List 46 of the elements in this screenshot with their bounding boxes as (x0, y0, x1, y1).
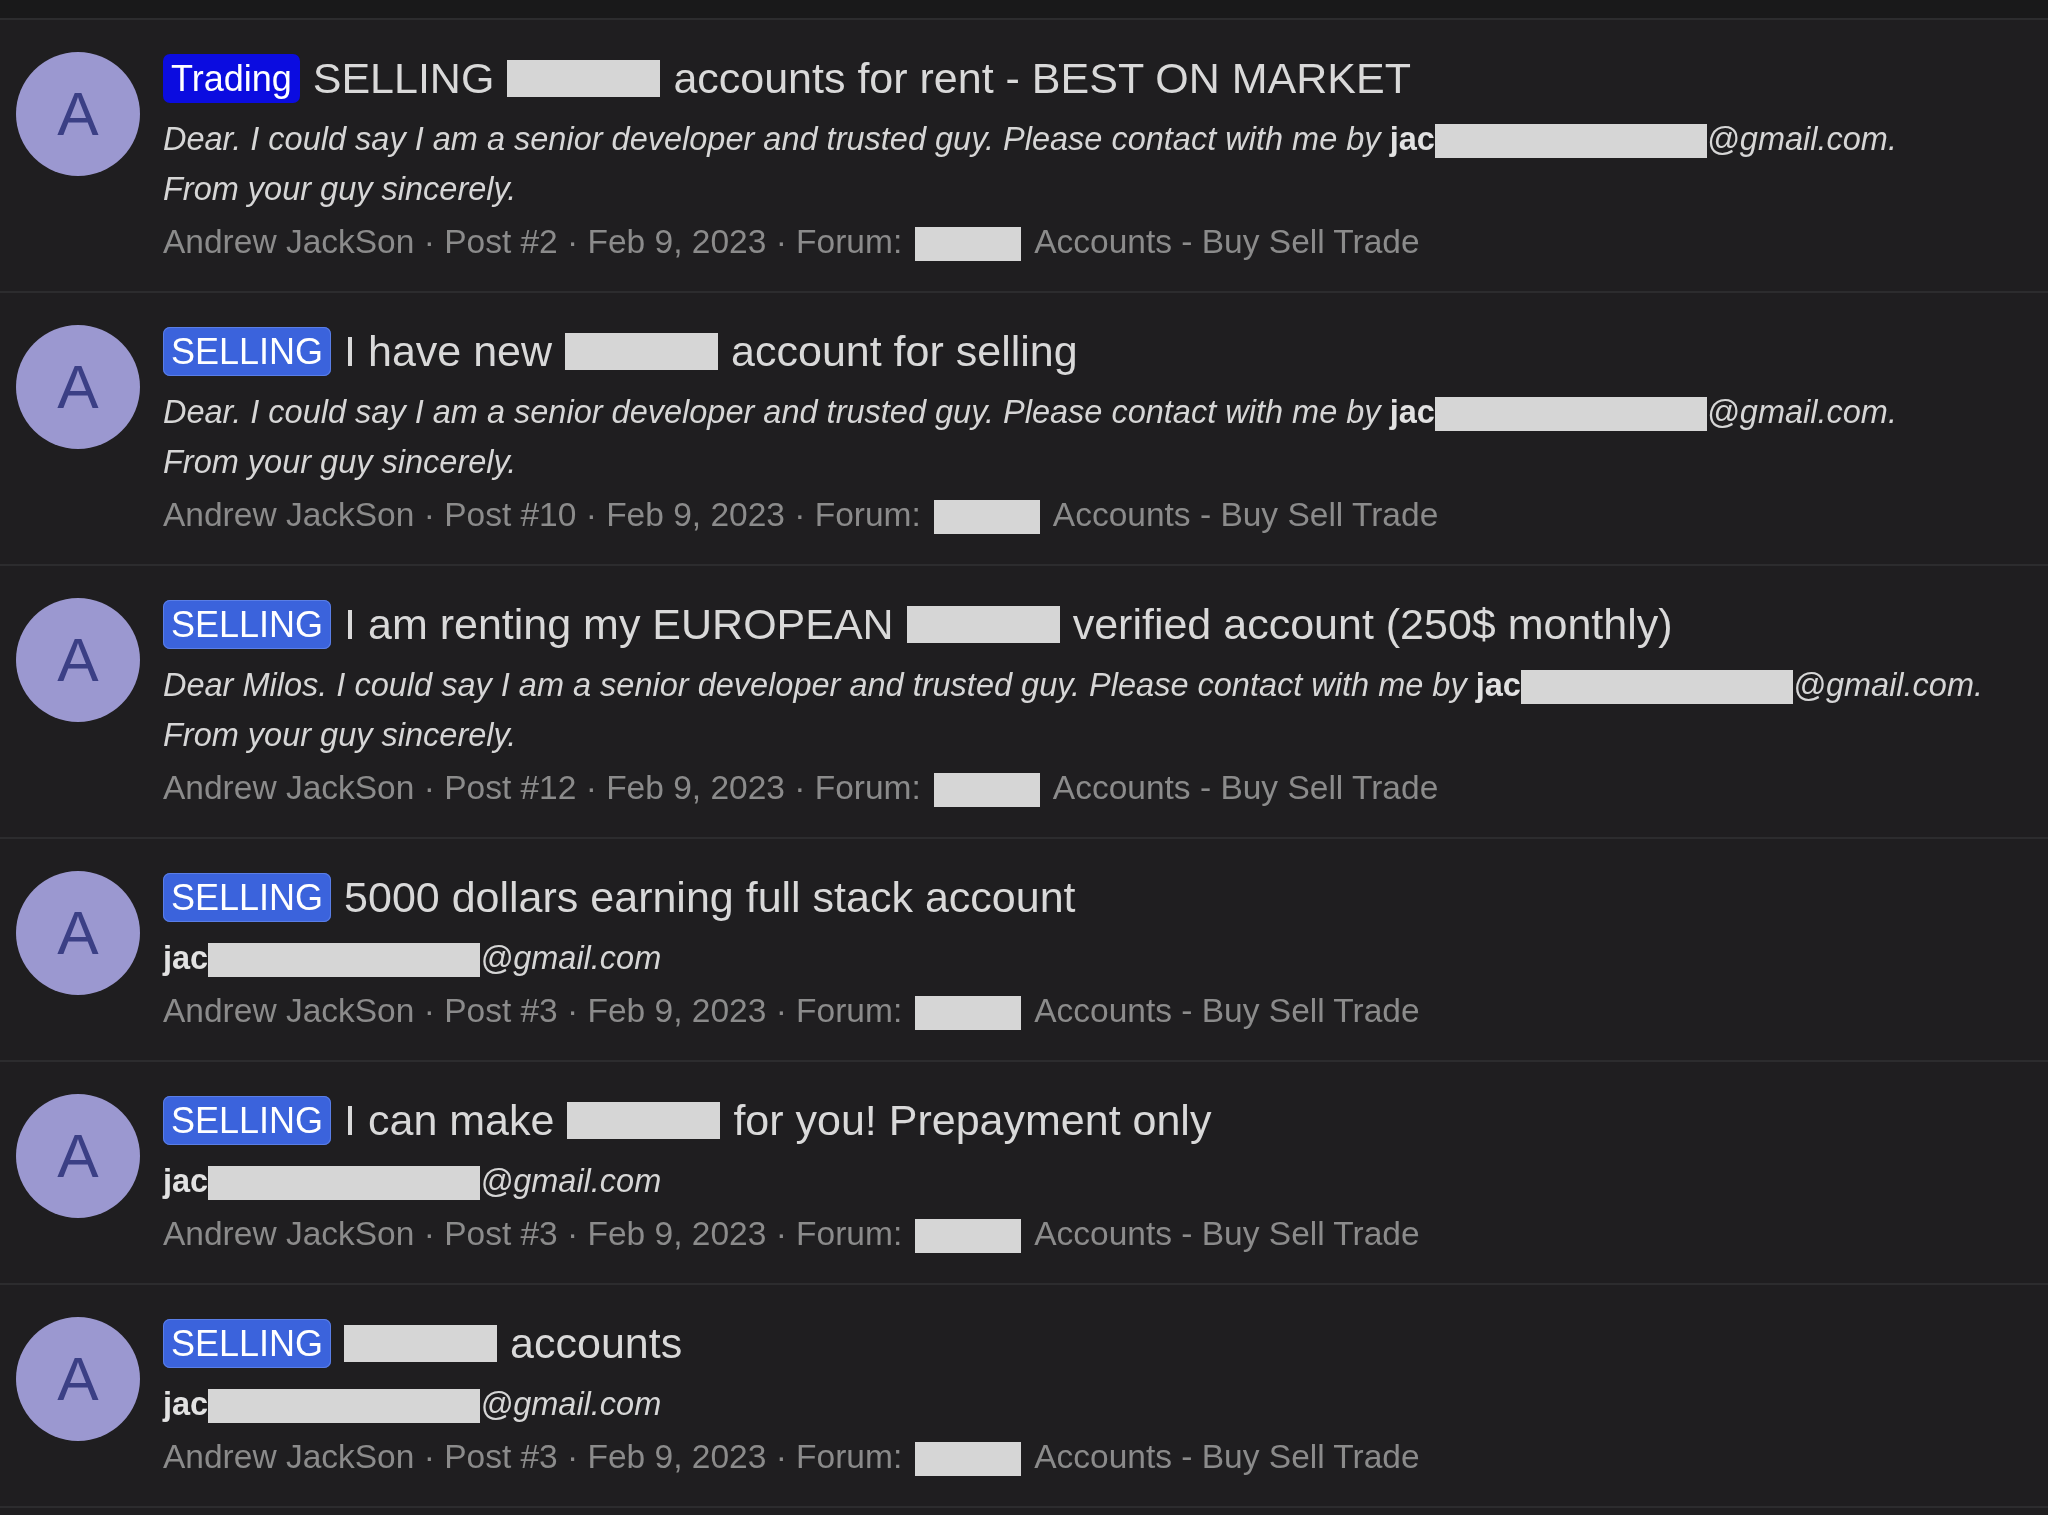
post-meta: Andrew JackSon · Post #10 · Feb 9, 2023 · Forum: (163, 496, 921, 533)
post-meta: Accounts - Buy Sell Trade (1034, 1215, 1420, 1252)
post-excerpt: @gmail.com (480, 940, 662, 976)
post-meta: Andrew JackSon · Post #12 · Feb 9, 2023 · Forum: (163, 769, 921, 806)
email-fragment: jac (163, 1386, 209, 1422)
thread-title[interactable]: accounts (510, 1313, 683, 1373)
thread-title[interactable]: verified account (250$ monthly) (1072, 594, 1673, 654)
post-meta: Andrew JackSon · Post #3 · Feb 9, 2023 · Forum: (163, 992, 903, 1029)
thread-title[interactable]: I have new (344, 321, 553, 381)
post-meta: Accounts - Buy Sell Trade (1034, 1438, 1420, 1475)
thread-title[interactable]: 5000 dollars earning full stack account (344, 867, 1076, 927)
prefix-tag: SELLING (163, 872, 332, 922)
prefix-tag: Trading (163, 53, 300, 103)
post-excerpt: @gmail.com. (1706, 394, 1897, 430)
email-fragment: jac (1389, 121, 1435, 157)
post-meta: Accounts - Buy Sell Trade (1052, 496, 1439, 533)
post-excerpt: @gmail.com. (1792, 667, 1984, 703)
post-meta: Accounts - Buy Sell Trade (1034, 223, 1420, 260)
post-excerpt: From your guy sincerely. (163, 171, 517, 207)
post-excerpt: Dear. I could say I am a senior developer and trusted guy. Please contact with me by (163, 121, 1381, 157)
post-excerpt: @gmail.com (480, 1386, 662, 1422)
post-meta: Andrew JackSon · Post #3 · Feb 9, 2023 · Forum: (163, 1438, 903, 1475)
post-meta: Accounts - Buy Sell Trade (1052, 769, 1439, 806)
prefix-tag: SELLING (163, 1318, 332, 1368)
post-meta: Andrew JackSon · Post #2 · Feb 9, 2023 · Forum: (163, 223, 903, 260)
post-excerpt: From your guy sincerely. (163, 717, 517, 753)
thread-title[interactable]: account for selling (731, 321, 1078, 381)
prefix-tag: SELLING (163, 1095, 332, 1145)
thread-title[interactable]: I can make (344, 1090, 555, 1150)
email-fragment: jac (1475, 667, 1521, 703)
email-fragment: jac (163, 940, 209, 976)
post-meta: Accounts - Buy Sell Trade (1034, 992, 1420, 1029)
post-excerpt: Dear. I could say I am a senior developer and trusted guy. Please contact with me by (163, 394, 1381, 430)
thread-title[interactable]: accounts for rent - BEST ON MARKET (673, 48, 1411, 108)
post-excerpt: Dear Milos. I could say I am a senior developer and trusted guy. Please contact with me by (163, 667, 1467, 703)
email-fragment: jac (163, 1163, 209, 1199)
thread-title[interactable]: for you! Prepayment only (733, 1090, 1212, 1150)
email-fragment: jac (1389, 394, 1435, 430)
post-excerpt: @gmail.com. (1706, 121, 1897, 157)
thread-title[interactable]: SELLING (312, 48, 495, 108)
post-excerpt: @gmail.com (480, 1163, 662, 1199)
prefix-tag: SELLING (163, 326, 332, 376)
post-excerpt: From your guy sincerely. (163, 444, 517, 480)
post-meta: Andrew JackSon · Post #3 · Feb 9, 2023 · Forum: (163, 1215, 903, 1252)
prefix-tag: SELLING (163, 599, 332, 649)
thread-title[interactable]: I am renting my EUROPEAN (344, 594, 894, 654)
